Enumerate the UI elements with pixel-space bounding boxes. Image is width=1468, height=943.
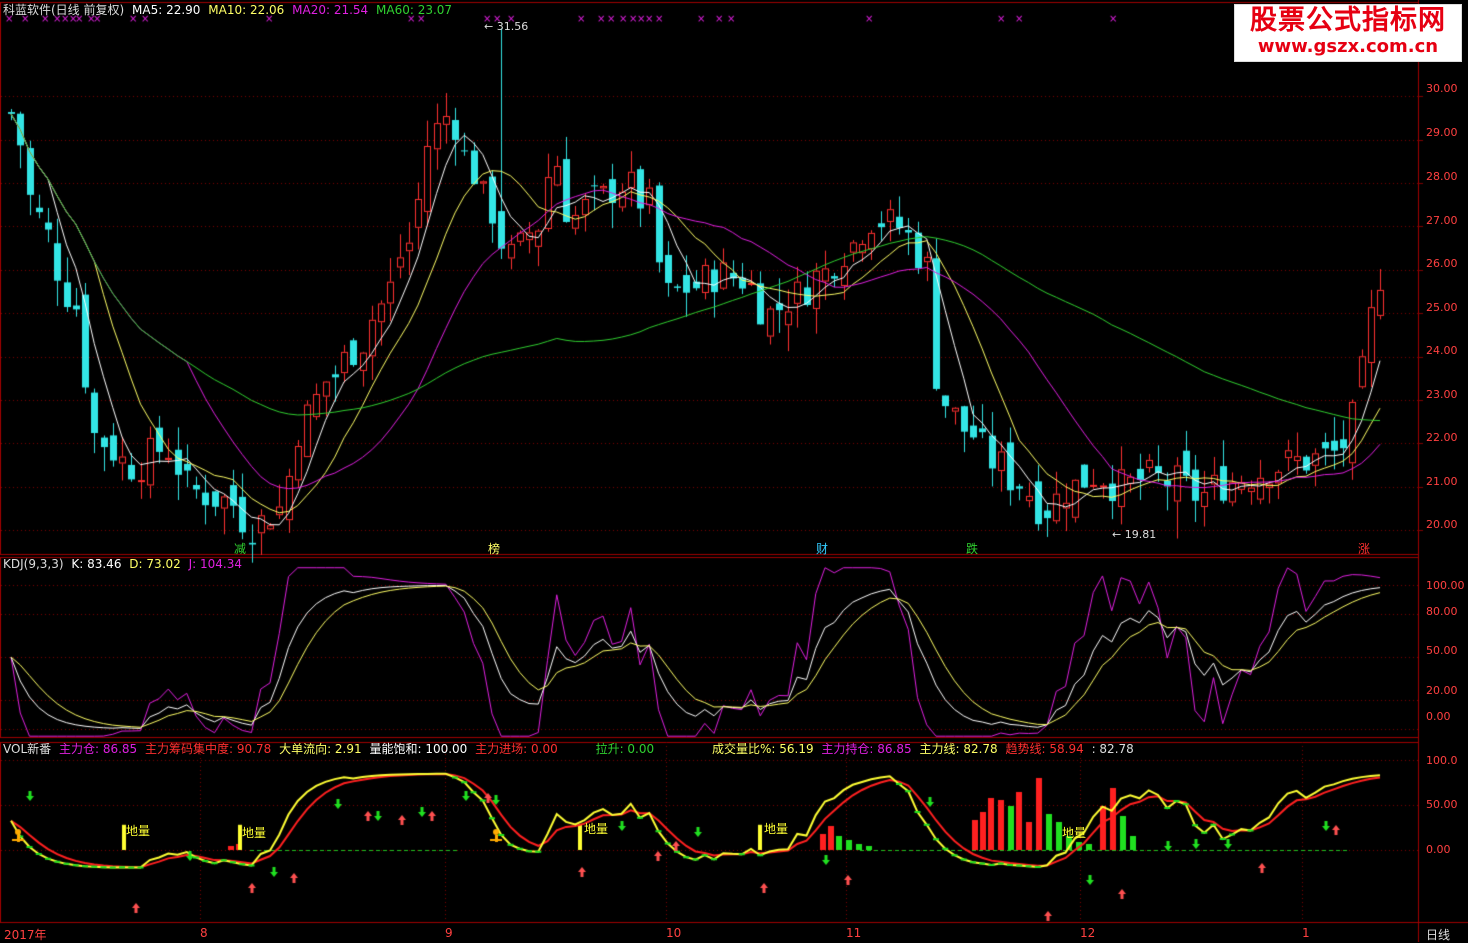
watermark-url: www.gszx.com.cn — [1257, 36, 1439, 57]
ma5-label: MA5: 22.90 — [132, 3, 201, 17]
watermark-title: 股票公式指标网 — [1250, 5, 1446, 36]
high-value: 31.56 — [496, 20, 529, 33]
vol-item: 主力线: 82.78 — [919, 742, 998, 756]
date-tick: 12 — [1080, 926, 1096, 940]
low-volume-label: 地量 — [764, 822, 789, 836]
vol-item: 主力持仓: 86.85 — [821, 742, 912, 756]
vol-tick: 50.00 — [1426, 798, 1458, 811]
vol-title: VOL新番 — [3, 742, 52, 756]
stock-chart-canvas[interactable] — [0, 0, 1468, 942]
low-volume-label: 地量 — [584, 822, 609, 836]
vol-item: 主力进场: 0.00 — [475, 742, 558, 756]
price-tick: 30.00 — [1426, 82, 1458, 95]
price-tick: 20.00 — [1426, 518, 1458, 531]
price-tick: 21.00 — [1426, 475, 1458, 488]
price-tick: 26.00 — [1426, 257, 1458, 270]
date-tick: 8 — [200, 926, 208, 940]
date-tick: 1 — [1302, 926, 1310, 940]
kdj-pane-header: KDJ(9,3,3) K: 83.46 D: 73.02 J: 104.34 — [3, 557, 246, 571]
low-price-annotation: ← 19.81 — [1112, 528, 1157, 541]
vol-tick: 0.00 — [1426, 843, 1451, 856]
price-tick: 23.00 — [1426, 388, 1458, 401]
vol-item: : 82.78 — [1091, 742, 1134, 756]
low-volume-label: 地量 — [126, 824, 151, 838]
ma60-label: MA60: 23.07 — [376, 3, 453, 17]
kdj-title: KDJ(9,3,3) — [3, 557, 64, 571]
period-selector[interactable]: 日线 — [1426, 926, 1450, 943]
price-tick: 25.00 — [1426, 301, 1458, 314]
price-tick: 28.00 — [1426, 170, 1458, 183]
price-tick: 27.00 — [1426, 214, 1458, 227]
event-marker[interactable]: 榜 — [488, 540, 500, 557]
kdj-k-value: K: 83.46 — [71, 557, 122, 571]
watermark-logo: 股票公式指标网 www.gszx.com.cn — [1234, 4, 1462, 62]
event-marker[interactable]: 跌 — [966, 540, 978, 557]
kdj-tick: 100.00 — [1426, 579, 1465, 592]
ma10-label: MA10: 22.06 — [208, 3, 285, 17]
kdj-tick: 80.00 — [1426, 605, 1458, 618]
low-volume-label: 地量 — [242, 826, 267, 840]
price-tick: 24.00 — [1426, 344, 1458, 357]
event-marker[interactable]: 减 — [234, 540, 246, 557]
high-price-annotation: ← 31.56 — [484, 20, 529, 33]
date-tick: 9 — [445, 926, 453, 940]
stock-title: 科蓝软件(日线 前复权) — [3, 3, 125, 17]
vol-item: 拉升: 0.00 — [595, 742, 655, 756]
vol-pane-header: VOL新番 主力仓: 86.85 主力筹码集中度: 90.78 大单流向: 2.… — [3, 742, 1138, 756]
vol-item: 主力仓: 86.85 — [58, 742, 138, 756]
vol-item: 大单流向: 2.91 — [279, 742, 362, 756]
event-marker[interactable]: 财 — [816, 540, 828, 557]
low-value: 19.81 — [1124, 528, 1157, 541]
kdj-tick: 50.00 — [1426, 644, 1458, 657]
vol-item: 成交量比%: 56.19 — [711, 742, 814, 756]
vol-item: 趋势线: 58.94 — [1005, 742, 1084, 756]
low-volume-label: 地量 — [1062, 826, 1087, 840]
date-tick: 11 — [846, 926, 862, 940]
date-tick: 2017年 — [4, 928, 47, 942]
price-tick: 29.00 — [1426, 126, 1458, 139]
price-tick: 22.00 — [1426, 431, 1458, 444]
kdj-d-value: D: 73.02 — [129, 557, 181, 571]
kdj-tick: 20.00 — [1426, 684, 1458, 697]
event-marker[interactable]: 涨 — [1358, 540, 1370, 557]
vol-item: 量能饱和: 100.00 — [369, 742, 468, 756]
ma20-label: MA20: 21.54 — [292, 3, 369, 17]
date-tick: 10 — [666, 926, 682, 940]
kdj-j-value: J: 104.34 — [188, 557, 242, 571]
vol-item: 主力筹码集中度: 90.78 — [145, 742, 272, 756]
kdj-tick: 0.00 — [1426, 710, 1451, 723]
vol-tick: 100.0 — [1426, 754, 1458, 767]
main-pane-header: 科蓝软件(日线 前复权) MA5: 22.90 MA10: 22.06 MA20… — [3, 3, 456, 17]
